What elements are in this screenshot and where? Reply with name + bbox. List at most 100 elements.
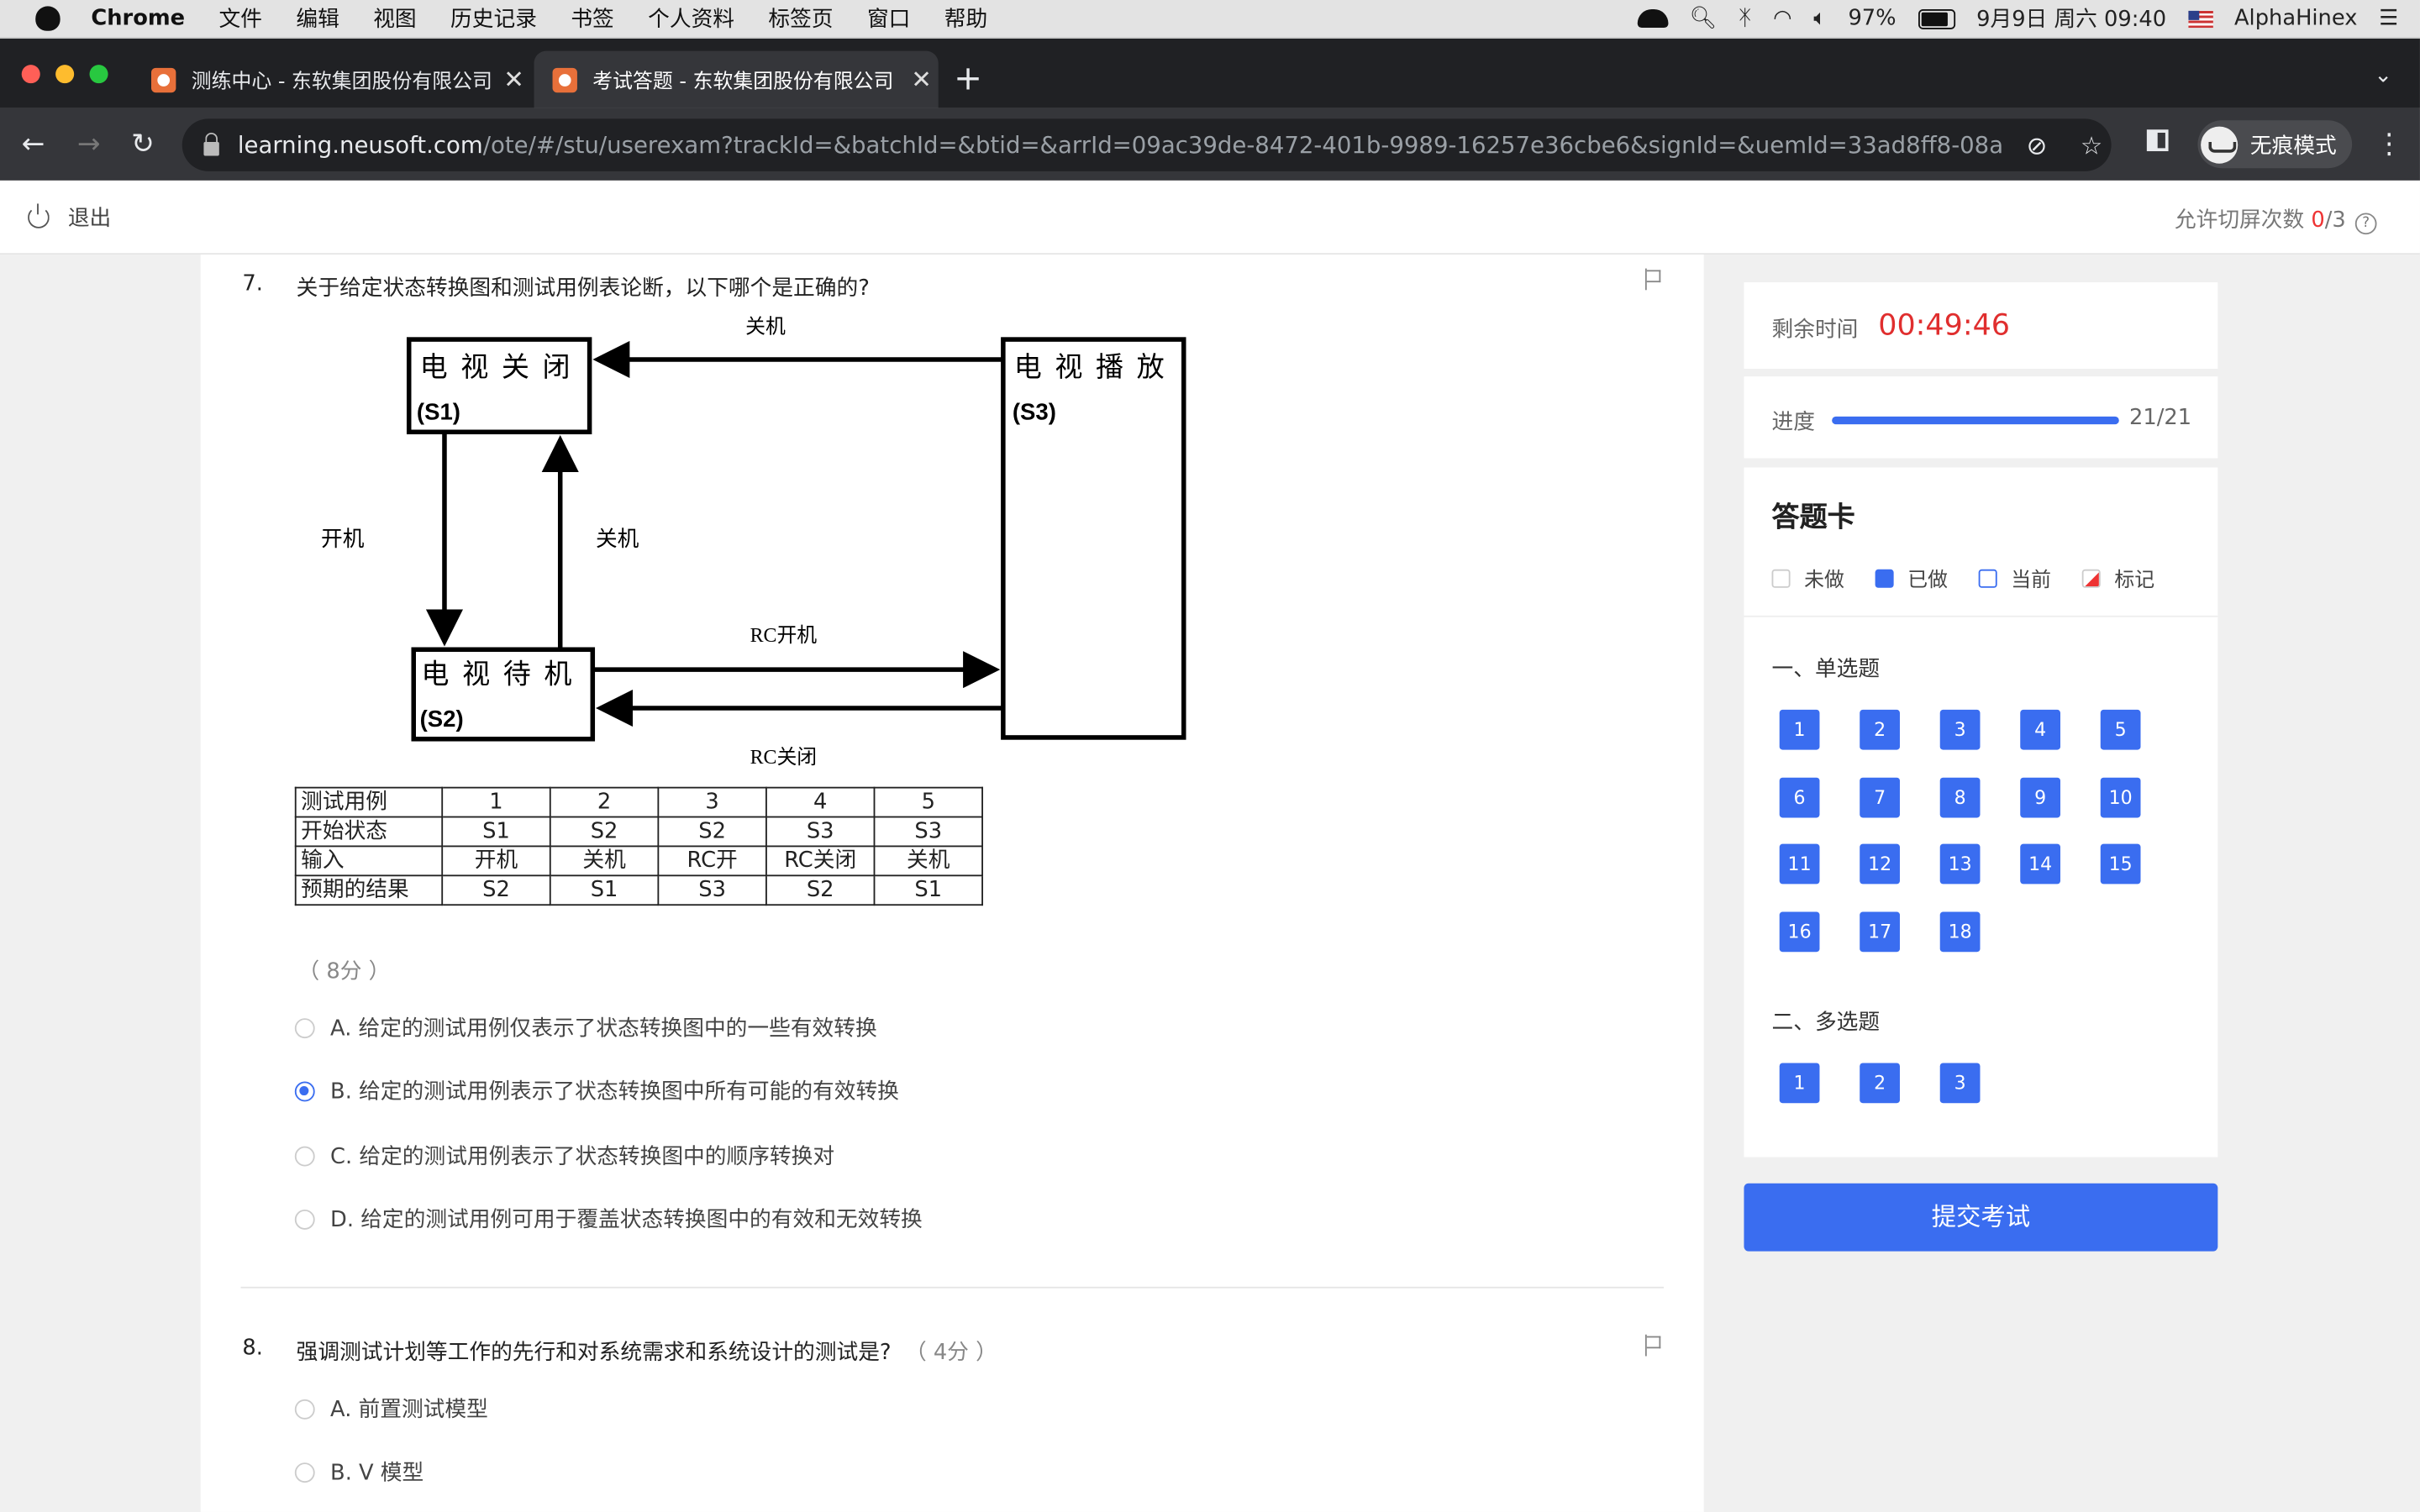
menu-help[interactable]: 帮助 <box>944 3 987 34</box>
incognito-status-icon[interactable] <box>1637 9 1668 29</box>
option-a[interactable]: A. 给定的测试用例仅表示了状态转换图中的一些有效转换 <box>294 1012 877 1043</box>
window-zoom-button[interactable] <box>89 65 108 84</box>
apple-icon[interactable] <box>35 6 60 31</box>
question-nav-button[interactable]: 8 <box>1939 776 1981 817</box>
logout-button[interactable]: 退出 <box>28 202 111 234</box>
question-nav-button[interactable]: 2 <box>1860 709 1900 750</box>
address-bar[interactable]: learning.neusoft.com/ote/#/stu/userexam?… <box>182 118 2112 171</box>
tab-close-icon[interactable]: ✕ <box>904 65 938 94</box>
side-panel-icon[interactable] <box>2146 129 2169 151</box>
multi-choice-grid: 123 <box>1779 1063 2141 1104</box>
menu-view[interactable]: 视图 <box>373 3 416 34</box>
radio-button[interactable] <box>294 1017 315 1038</box>
tab-exam[interactable]: 考试答题 - 东软集团股份有限公司 ✕ <box>534 50 939 108</box>
table-row: 开始状态 S1 S2 S2 S3 S3 <box>294 816 983 848</box>
s2-id: (S2) <box>420 706 464 732</box>
question-nav-button[interactable]: 3 <box>1939 1063 1981 1104</box>
menu-profiles[interactable]: 个人资料 <box>648 3 734 34</box>
more-menu-icon[interactable]: ⋮ <box>2375 128 2403 160</box>
question-nav-button[interactable]: 1 <box>1779 1063 1820 1104</box>
timer-value: 00:49:46 <box>1878 308 2011 343</box>
mark-flag-icon[interactable] <box>1642 1334 1661 1357</box>
label-rc-off: RC关闭 <box>750 746 818 769</box>
spotlight-search-icon[interactable]: 🔍︎ <box>1690 6 1718 30</box>
tab-title: 考试答题 - 东软集团股份有限公司 <box>592 71 894 95</box>
menu-file[interactable]: 文件 <box>219 3 262 34</box>
new-tab-plus-icon[interactable]: + <box>954 60 982 99</box>
page-body: 退出 允许切屏次数 0/3? 7. 关于给定状态转换图和测试用例表论断，以下哪个… <box>0 180 2420 1512</box>
question-nav-button[interactable]: 16 <box>1779 911 1820 952</box>
menu-app-name[interactable]: Chrome <box>91 6 185 30</box>
radio-button[interactable] <box>294 1209 315 1229</box>
s1-title: 电 视 关 闭 <box>420 352 574 383</box>
question-nav-button[interactable]: 1 <box>1779 709 1820 750</box>
menu-clock[interactable]: 9月9日 周六 09:40 <box>1976 3 2166 34</box>
reload-icon[interactable]: ↻ <box>131 128 155 160</box>
menu-window[interactable]: 窗口 <box>867 3 910 34</box>
bookmark-star-icon[interactable]: ☆ <box>2081 131 2102 160</box>
question-nav-button[interactable]: 5 <box>2100 709 2141 750</box>
radio-button[interactable] <box>294 1398 315 1419</box>
radio-button[interactable] <box>294 1462 315 1483</box>
menu-history[interactable]: 历史记录 <box>450 3 537 34</box>
legend-current-icon <box>1978 568 1997 587</box>
question-nav-button[interactable]: 12 <box>1860 843 1900 885</box>
window-minimize-button[interactable] <box>55 65 75 84</box>
exam-header: 退出 允许切屏次数 0/3? <box>0 180 2420 255</box>
question-nav-button[interactable]: 4 <box>2020 709 2060 750</box>
url-text[interactable]: learning.neusoft.com/ote/#/stu/userexam?… <box>238 131 2005 159</box>
menu-username[interactable]: AlphaHinex <box>2234 6 2357 30</box>
question-nav-button[interactable]: 15 <box>2100 843 2141 885</box>
tab-search-chevron-icon[interactable]: ⌄ <box>2374 63 2392 87</box>
question-nav-button[interactable]: 2 <box>1860 1063 1900 1104</box>
table-row: 测试用例 1 2 3 4 5 <box>294 786 983 818</box>
question-score: （ 8分 ） <box>297 959 391 984</box>
question-nav-button[interactable]: 3 <box>1939 709 1981 750</box>
question-nav-button[interactable]: 6 <box>1779 776 1820 817</box>
wifi-icon[interactable]: ◠ <box>1773 6 1791 30</box>
question-nav-button[interactable]: 11 <box>1779 843 1820 885</box>
lock-icon[interactable] <box>203 132 219 155</box>
tab-practice-center[interactable]: 测练中心 - 东软集团股份有限公司 ✕ <box>133 51 531 108</box>
question-nav-button[interactable]: 14 <box>2020 843 2060 885</box>
question-panel: 7. 关于给定状态转换图和测试用例表论断，以下哪个是正确的? 电 视 关 闭 (… <box>200 255 1704 1512</box>
radio-button-selected[interactable] <box>294 1080 315 1101</box>
menu-edit[interactable]: 编辑 <box>296 3 339 34</box>
forward-arrow-icon[interactable]: → <box>77 128 101 160</box>
label-power-on: 开机 <box>321 527 365 551</box>
option-c[interactable]: C. 给定的测试用例表示了状态转换图中的顺序转换对 <box>294 1140 834 1171</box>
incognito-icon <box>2201 125 2238 163</box>
legend-marked-icon <box>2081 568 2101 587</box>
control-center-icon[interactable]: ☰ <box>2379 6 2398 30</box>
answer-legend: 未做 已做 当前 标记 <box>1771 563 2186 592</box>
help-icon[interactable]: ? <box>2354 213 2377 235</box>
tab-close-icon[interactable]: ✕ <box>497 65 530 94</box>
question-nav-button[interactable]: 18 <box>1939 911 1981 952</box>
question-nav-button[interactable]: 13 <box>1939 843 1981 885</box>
question-nav-button[interactable]: 10 <box>2100 776 2141 817</box>
volume-icon[interactable]: 🔈︎ <box>1813 6 1826 30</box>
question-nav-button[interactable]: 7 <box>1860 776 1900 817</box>
incognito-badge[interactable]: 无痕模式 <box>2197 120 2353 169</box>
option-b[interactable]: B. 给定的测试用例表示了状态转换图中所有可能的有效转换 <box>294 1075 899 1106</box>
battery-icon[interactable] <box>1918 8 1955 29</box>
menu-bookmarks[interactable]: 书签 <box>571 3 613 34</box>
question-nav-button[interactable]: 17 <box>1860 911 1900 952</box>
bluetooth-icon[interactable]: ᛡ <box>1739 6 1751 30</box>
input-source-flag-icon[interactable] <box>2187 9 2213 28</box>
back-arrow-icon[interactable]: ← <box>22 128 45 160</box>
progress-card: 进度 21/21 <box>1744 376 2218 459</box>
radio-button[interactable] <box>294 1145 315 1166</box>
option-a[interactable]: A. 前置测试模型 <box>294 1394 488 1425</box>
mark-flag-icon[interactable] <box>1642 268 1661 291</box>
s3-id: (S3) <box>1013 399 1056 425</box>
option-d[interactable]: D. 给定的测试用例可用于覆盖状态转换图中的有效和无效转换 <box>294 1204 923 1235</box>
question-nav-button[interactable]: 9 <box>2020 776 2060 817</box>
window-close-button[interactable] <box>21 65 40 84</box>
option-b[interactable]: B. V 模型 <box>294 1457 424 1488</box>
legend-undone-icon <box>1771 568 1791 587</box>
eye-off-icon[interactable]: ⊘ <box>2027 131 2048 160</box>
s1-id: (S1) <box>417 399 460 425</box>
submit-exam-button[interactable]: 提交考试 <box>1744 1183 2218 1252</box>
menu-tabs[interactable]: 标签页 <box>768 3 833 34</box>
